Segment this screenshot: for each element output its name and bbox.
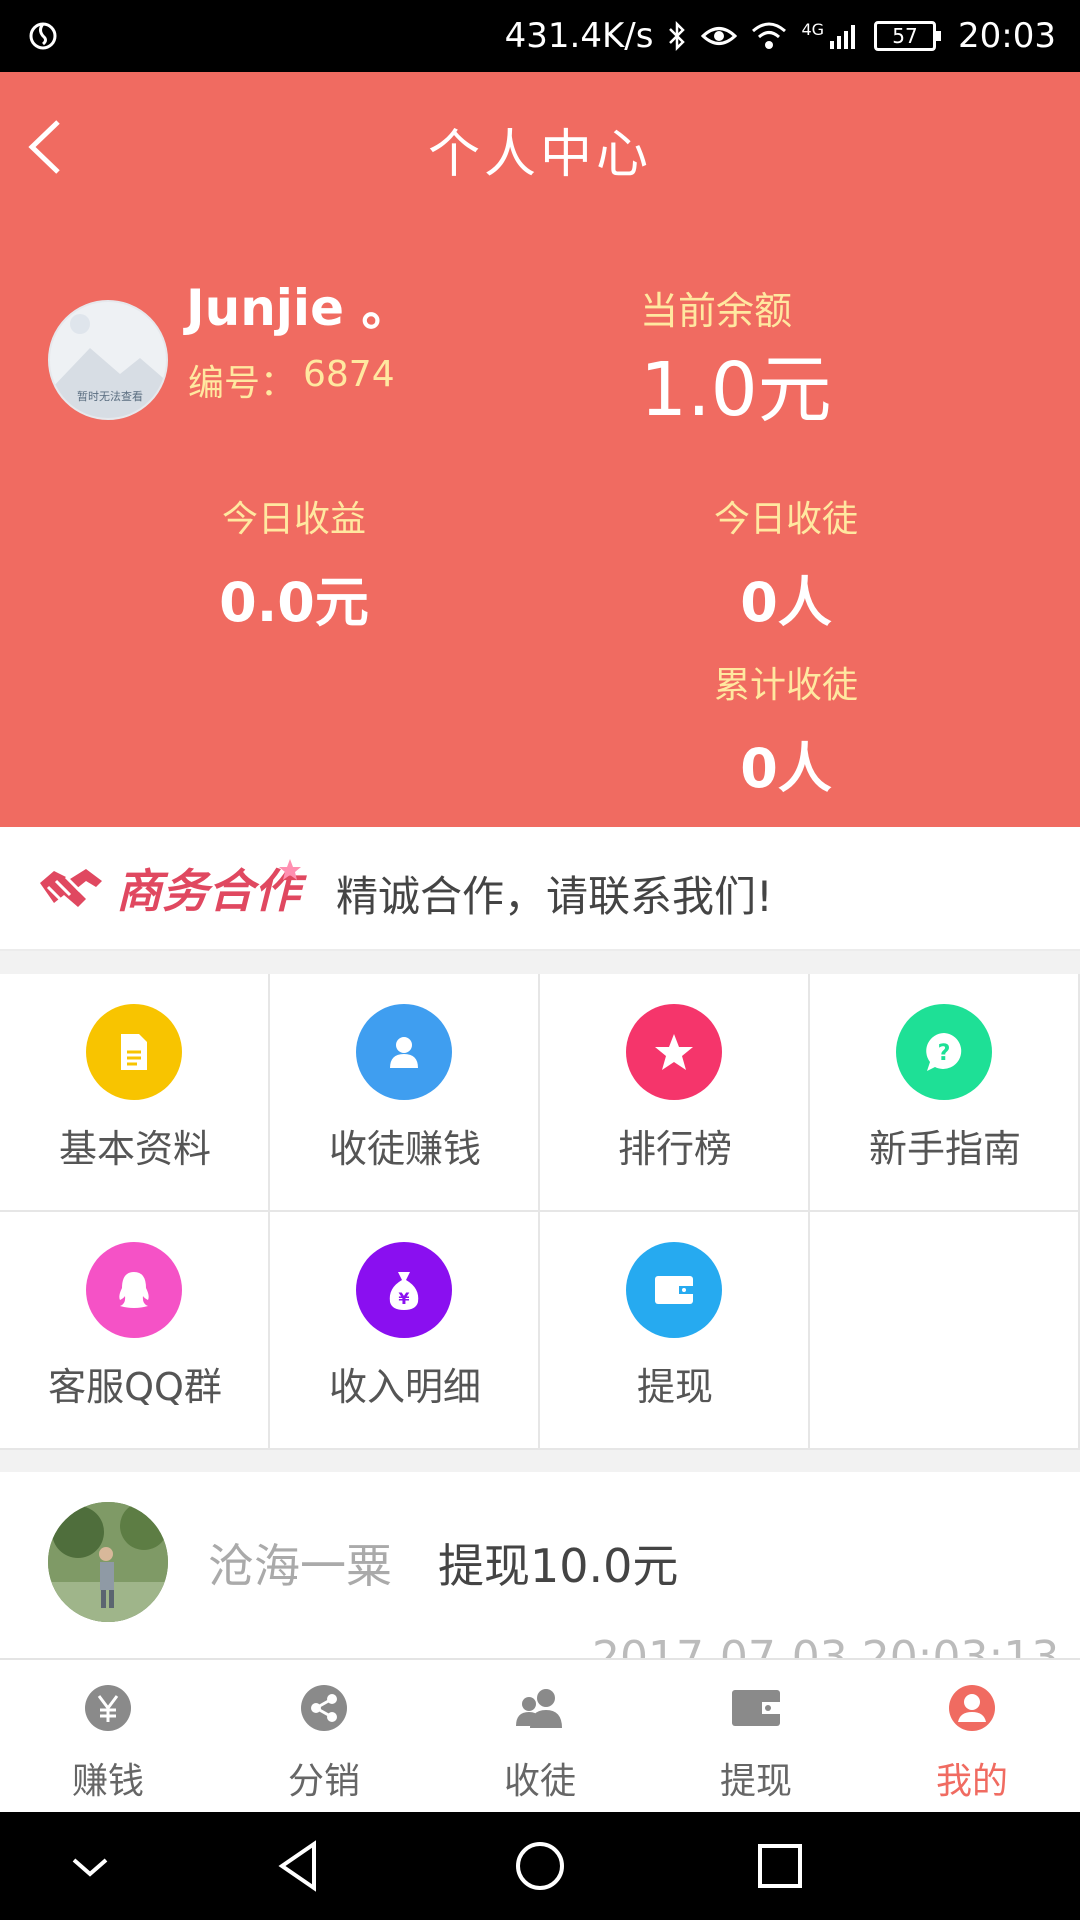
balance-label: 当前余额 <box>640 289 793 333</box>
tab-recruit[interactable]: 收徒 <box>432 1660 648 1814</box>
grid-item-recruit-earn[interactable]: 收徒赚钱 <box>270 974 540 1212</box>
feed-action: 提现10.0元 <box>438 1539 679 1593</box>
users-icon <box>516 1689 562 1728</box>
status-bar: 431.4K/s 4G 57 20:03 <box>0 0 1080 72</box>
today-recruit-value: 0人 <box>740 571 832 634</box>
grid-item-qq-group[interactable]: 客服QQ群 <box>0 1212 270 1450</box>
tab-label: 收徒 <box>503 1761 576 1802</box>
tab-withdraw[interactable]: 提现 <box>648 1660 864 1814</box>
grid-item-beginner-guide[interactable]: ? 新手指南 <box>810 974 1080 1212</box>
eye-icon <box>701 27 738 45</box>
page-title: 个人中心 <box>427 125 652 185</box>
money-bag-icon: ¥ <box>356 1242 452 1338</box>
network-type: 4G <box>801 19 825 39</box>
grid-item-basic-info[interactable]: 基本资料 <box>0 974 270 1212</box>
handshake-icon <box>40 869 102 907</box>
today-income-label: 今日收益 <box>221 499 366 540</box>
status-right: 431.4K/s 4G 57 20:03 <box>505 0 1056 72</box>
tab-distribution[interactable]: 分销 <box>216 1660 432 1814</box>
feed-timestamp: 2017-07-03 20:03:13 <box>592 1632 1060 1658</box>
avatar-photo <box>48 1502 168 1622</box>
image-placeholder-icon: 暂时无法查看 <box>50 314 166 418</box>
tab-earn[interactable]: 赚钱 <box>0 1660 216 1814</box>
bottom-tab-bar: 赚钱 分销 收徒 提现 我的 <box>0 1658 1080 1812</box>
grid-item-label: 基本资料 <box>58 1127 211 1171</box>
grid-item-label: 收入明细 <box>328 1365 481 1409</box>
user-name: Junjie 。 <box>186 279 412 337</box>
grid-item-label: 收徒赚钱 <box>328 1127 481 1171</box>
nav-home-icon[interactable] <box>512 1838 568 1894</box>
wallet-icon <box>732 1690 780 1726</box>
tab-label: 提现 <box>719 1761 792 1802</box>
svg-text:¥: ¥ <box>398 1289 409 1308</box>
battery-icon: 57 <box>874 21 942 51</box>
total-recruit-label: 累计收徒 <box>713 665 858 706</box>
grid-item-label: 排行榜 <box>617 1127 732 1171</box>
bluetooth-icon <box>669 20 686 52</box>
wallet-icon <box>626 1242 722 1338</box>
avatar-placeholder-text: 暂时无法查看 <box>77 389 143 403</box>
signal-icon <box>830 25 856 49</box>
total-recruit-value: 0人 <box>740 737 832 800</box>
tab-label: 我的 <box>935 1761 1008 1802</box>
grid-item-withdraw[interactable]: 提现 <box>540 1212 810 1450</box>
balance-value: 1.0元 <box>640 347 832 433</box>
star-icon <box>626 1004 722 1100</box>
yen-icon <box>85 1685 131 1731</box>
user-avatar[interactable]: 暂时无法查看 <box>48 300 168 420</box>
svg-text:?: ? <box>938 1041 951 1066</box>
nav-back-icon[interactable] <box>272 1838 328 1894</box>
tab-label: 赚钱 <box>71 1761 144 1802</box>
grid-item-empty <box>810 1212 1080 1450</box>
clock: 20:03 <box>958 16 1056 56</box>
profile-header: 个人中心 暂时无法查看 Junjie 。 编号： 6874 当前余额 1.0元 … <box>0 72 1080 827</box>
wifi-icon <box>752 22 787 49</box>
grid-item-label: 新手指南 <box>868 1127 1021 1171</box>
grid-item-label: 客服QQ群 <box>48 1365 222 1409</box>
user-icon <box>356 1004 452 1100</box>
chevron-down-icon[interactable] <box>62 1838 118 1894</box>
qq-icon <box>86 1242 182 1338</box>
tab-label: 分销 <box>287 1761 360 1802</box>
user-id-label: 编号： <box>188 363 297 404</box>
grid-item-label: 提现 <box>636 1365 713 1409</box>
document-icon <box>86 1004 182 1100</box>
user-id-value: 6874 <box>303 354 395 395</box>
notification-app-icon <box>29 22 57 50</box>
system-navigation-bar <box>0 1812 1080 1920</box>
screen: 431.4K/s 4G 57 20:03 个人中心 暂时无法查看 Junjie … <box>0 0 1080 1920</box>
business-cooperation-banner[interactable]: 商务合作 精诚合作，请联系我们! <box>0 827 1080 951</box>
banner-text: 精诚合作，请联系我们! <box>336 872 773 921</box>
feed-user-name: 沧海一粟 <box>208 1539 392 1593</box>
function-grid: 基本资料 收徒赚钱 排行榜 ? 新手指南 客服QQ群 ¥ 收入明细 提现 <box>0 974 1080 1450</box>
nav-recents-icon[interactable] <box>752 1838 808 1894</box>
tab-mine[interactable]: 我的 <box>864 1660 1080 1814</box>
withdraw-feed: 沧海一粟 提现10.0元 2017-07-03 20:03:13 <box>0 1472 1080 1658</box>
profile-icon <box>949 1685 995 1731</box>
total-recruit: 累计收徒 0人 <box>636 656 936 803</box>
network-speed: 431.4K/s <box>504 16 654 56</box>
grid-item-income-detail[interactable]: ¥ 收入明细 <box>270 1212 540 1450</box>
today-income-value: 0.0元 <box>219 571 369 634</box>
today-recruit: 今日收徒 0人 <box>636 490 936 637</box>
today-income: 今日收益 0.0元 <box>144 490 444 637</box>
question-icon: ? <box>896 1004 992 1100</box>
feed-user-avatar[interactable] <box>48 1502 168 1622</box>
business-cooperation-logo: 商务合作 <box>40 859 307 918</box>
share-icon <box>301 1685 347 1731</box>
banner-logo-text: 商务合作 <box>116 864 307 918</box>
grid-item-ranking[interactable]: 排行榜 <box>540 974 810 1212</box>
today-recruit-label: 今日收徒 <box>713 499 858 540</box>
